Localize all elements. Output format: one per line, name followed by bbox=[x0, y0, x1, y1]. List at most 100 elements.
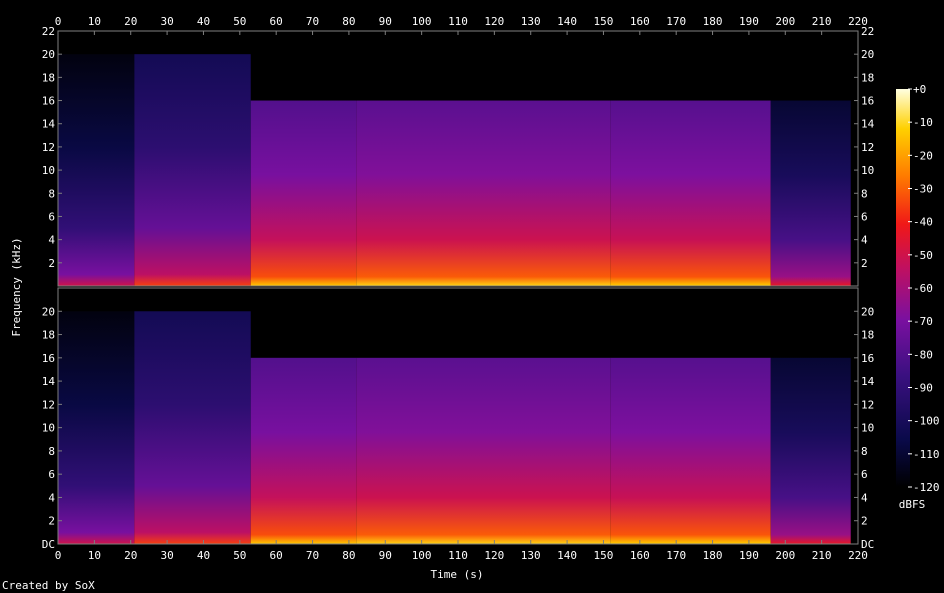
y-tick-label-left: 14 bbox=[42, 375, 56, 388]
x-tick-label-top: 90 bbox=[379, 15, 392, 28]
x-tick-label-top: 60 bbox=[270, 15, 283, 28]
x-tick-label-bottom: 190 bbox=[739, 549, 759, 562]
colorbar-tick-label: -40 bbox=[913, 216, 933, 229]
y-axis-title: Frequency (kHz) bbox=[10, 237, 23, 336]
colorbar-tick-label: -30 bbox=[913, 183, 933, 196]
x-tick-label-top: 100 bbox=[412, 15, 432, 28]
y-tick-label-right: 12 bbox=[861, 141, 874, 154]
y-tick-label-right: 16 bbox=[861, 352, 874, 365]
x-tick-label-bottom: 100 bbox=[412, 549, 432, 562]
y-tick-label-right: 4 bbox=[861, 234, 868, 247]
x-tick-label-top: 120 bbox=[484, 15, 504, 28]
y-tick-label-left: 10 bbox=[42, 422, 55, 435]
y-tick-label-right: 8 bbox=[861, 187, 868, 200]
y-tick-label-left: 12 bbox=[42, 398, 55, 411]
x-tick-label-bottom: 70 bbox=[306, 549, 319, 562]
y-tick-label-right: 22 bbox=[861, 25, 874, 38]
y-tick-label-right: 6 bbox=[861, 468, 868, 481]
y-tick-label-right: 18 bbox=[861, 71, 874, 84]
x-tick-label-top: 0 bbox=[55, 15, 62, 28]
x-tick-label-bottom: 160 bbox=[630, 549, 650, 562]
y-tick-label-left: 8 bbox=[48, 445, 55, 458]
y-tick-label-left: 2 bbox=[48, 257, 55, 270]
spectrum-segment bbox=[134, 311, 251, 544]
x-tick-label-bottom: 40 bbox=[197, 549, 210, 562]
x-tick-label-bottom: 50 bbox=[233, 549, 246, 562]
colorbar-label: dBFS bbox=[899, 498, 926, 511]
x-tick-label-bottom: 110 bbox=[448, 549, 468, 562]
y-tick-label-right: 14 bbox=[861, 118, 875, 131]
colorbar-tick-label: -60 bbox=[913, 282, 933, 295]
channel-1-panel bbox=[58, 31, 858, 286]
spectrum-segment bbox=[770, 100, 851, 286]
x-tick-label-top: 10 bbox=[88, 15, 101, 28]
y-tick-label-right: 16 bbox=[861, 95, 874, 108]
colorbar-tick-label: -20 bbox=[913, 149, 933, 162]
x-tick-label-top: 170 bbox=[666, 15, 686, 28]
y-tick-label-left: 8 bbox=[48, 187, 55, 200]
x-tick-label-top: 150 bbox=[594, 15, 614, 28]
x-tick-label-bottom: 130 bbox=[521, 549, 541, 562]
spectrum-segment bbox=[250, 100, 357, 286]
spectrum-segment bbox=[250, 357, 357, 544]
y-tick-label-right: 14 bbox=[861, 375, 875, 388]
x-tick-label-bottom: 60 bbox=[270, 549, 283, 562]
x-tick-label-top: 110 bbox=[448, 15, 468, 28]
spectrum-segment bbox=[58, 54, 135, 286]
y-tick-label-left: 20 bbox=[42, 48, 55, 61]
x-tick-label-bottom: 80 bbox=[342, 549, 355, 562]
x-axis-title: Time (s) bbox=[431, 568, 484, 581]
y-tick-label-left: 18 bbox=[42, 329, 55, 342]
colorbar-tick-label: -100 bbox=[913, 415, 940, 428]
y-tick-label-right: 20 bbox=[861, 48, 874, 61]
y-tick-label-right: 20 bbox=[861, 305, 874, 318]
y-tick-label-left: DC bbox=[42, 538, 55, 551]
colorbar-tick-label: -80 bbox=[913, 348, 933, 361]
y-tick-label-right: 18 bbox=[861, 329, 874, 342]
colorbar-tick-label: -50 bbox=[913, 249, 933, 262]
spectrum-segment bbox=[58, 311, 135, 544]
colorbar-tick-label: -120 bbox=[913, 481, 940, 494]
x-tick-label-top: 130 bbox=[521, 15, 541, 28]
y-tick-label-right: 8 bbox=[861, 445, 868, 458]
y-tick-label-left: 6 bbox=[48, 210, 55, 223]
y-tick-label-left: 6 bbox=[48, 468, 55, 481]
x-tick-label-top: 40 bbox=[197, 15, 210, 28]
channel-2-panel bbox=[58, 288, 858, 544]
x-tick-label-top: 80 bbox=[342, 15, 355, 28]
y-tick-label-left: 22 bbox=[42, 25, 55, 38]
x-tick-label-bottom: 10 bbox=[88, 549, 101, 562]
x-tick-label-bottom: 140 bbox=[557, 549, 577, 562]
y-tick-label-right: 6 bbox=[861, 210, 868, 223]
x-tick-label-top: 200 bbox=[775, 15, 795, 28]
x-tick-label-top: 30 bbox=[160, 15, 173, 28]
y-tick-label-left: 4 bbox=[48, 491, 55, 504]
y-tick-label-right: 2 bbox=[861, 257, 868, 270]
x-tick-label-top: 20 bbox=[124, 15, 137, 28]
y-tick-label-right: 4 bbox=[861, 491, 868, 504]
y-tick-label-right: 12 bbox=[861, 398, 874, 411]
spectrum-segment bbox=[356, 357, 611, 544]
x-tick-label-bottom: 200 bbox=[775, 549, 795, 562]
x-tick-label-top: 70 bbox=[306, 15, 319, 28]
x-tick-label-top: 50 bbox=[233, 15, 246, 28]
x-tick-label-bottom: 120 bbox=[484, 549, 504, 562]
y-tick-label-left: 14 bbox=[42, 118, 56, 131]
spectrogram-chart: 0 0 10 10 20 20 30 30 40 40 50 50 60 60 70 70 80 80 90 90 10… bbox=[2, 15, 940, 592]
y-tick-label-right: 10 bbox=[861, 164, 874, 177]
y-tick-label-left: 16 bbox=[42, 95, 55, 108]
y-tick-label-left: 20 bbox=[42, 305, 55, 318]
footer-credit: Created by SoX bbox=[2, 579, 95, 592]
spectrum-segment bbox=[134, 54, 251, 286]
x-tick-label-top: 210 bbox=[812, 15, 832, 28]
x-tick-label-bottom: 90 bbox=[379, 549, 392, 562]
x-tick-label-top: 140 bbox=[557, 15, 577, 28]
x-tick-label-top: 180 bbox=[703, 15, 723, 28]
colorbar-tick-label: -10 bbox=[913, 116, 933, 129]
colorbar-tick-label: -110 bbox=[913, 448, 940, 461]
x-tick-label-bottom: 150 bbox=[594, 549, 614, 562]
y-tick-label-right: DC bbox=[861, 538, 874, 551]
x-tick-label-bottom: 210 bbox=[812, 549, 832, 562]
colorbar-tick-label: -70 bbox=[913, 315, 933, 328]
spectrum-segment bbox=[770, 357, 851, 544]
